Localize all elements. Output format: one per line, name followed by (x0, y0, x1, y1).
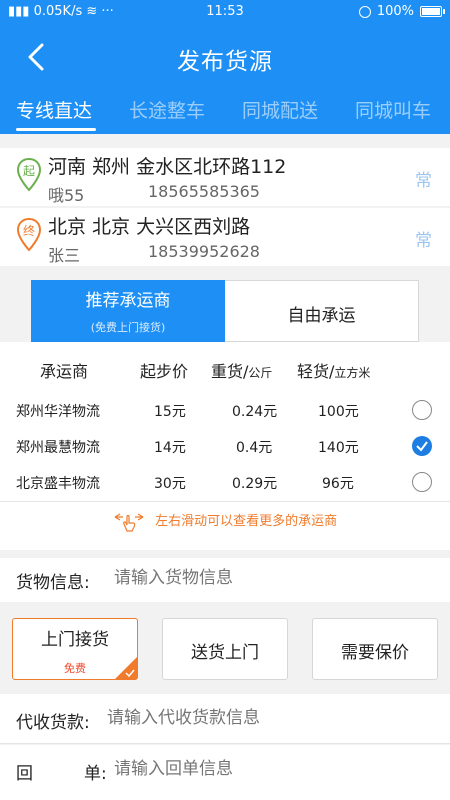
header-heavy-label: 重货/ (211, 362, 249, 381)
check-icon (416, 441, 428, 452)
carrier-name: 郑州华洋物流 (16, 404, 100, 420)
carrier-mode-switch: 推荐承运商 (免费上门接货) 自由承运 (0, 268, 450, 342)
tab-long-haul[interactable]: 长途整车 (129, 96, 205, 123)
receipt-label-a: 回 (16, 764, 33, 784)
header-light: 轻货/立方米 (297, 358, 370, 382)
pickup-service-button[interactable]: 上门接货 免费 (12, 618, 138, 680)
insurance-service-button[interactable]: 需要保价 (312, 618, 438, 680)
cargo-info-label: 货物信息: (16, 573, 90, 593)
cod-row: 代收货款: (0, 694, 450, 744)
carrier-start: 14元 (154, 440, 186, 456)
carrier-radio[interactable] (412, 472, 432, 492)
delivery-service-label: 送货上门 (191, 643, 259, 663)
free-carrier-label: 自由承运 (287, 306, 356, 326)
header-light-label: 轻货/ (297, 362, 335, 381)
battery-label: 100% (376, 4, 414, 19)
cod-label: 代收货款: (16, 713, 90, 733)
origin-place: 河南 郑州 金水区北环路112 (48, 156, 287, 178)
carrier-row[interactable]: 郑州华洋物流 15元 0.24元 100元 (0, 393, 450, 429)
delivery-service-button[interactable]: 送货上门 (162, 618, 288, 680)
carrier-start: 15元 (154, 404, 186, 420)
destination-person: 张三 (48, 246, 81, 265)
carrier-light: 100元 (318, 404, 359, 420)
page-title: 发布货源 (177, 49, 273, 75)
receipt-label-b: 单: (84, 764, 107, 784)
receipt-row: 回 单: (0, 745, 450, 800)
check-icon (125, 669, 135, 677)
destination-place: 北京 北京 大兴区西刘路 (48, 216, 251, 238)
cod-input[interactable] (107, 708, 437, 728)
carrier-row[interactable]: 北京盛丰物流 30元 0.29元 96元 (0, 465, 450, 501)
tab-active-indicator (16, 128, 96, 131)
carrier-heavy: 0.29元 (232, 476, 278, 492)
header-heavy-unit: 公斤 (248, 366, 273, 380)
carrier-row[interactable]: 郑州最慧物流 14元 0.4元 140元 (0, 429, 450, 465)
origin-pin-label: 起 (23, 164, 35, 178)
carrier-heavy: 0.24元 (232, 404, 278, 420)
status-bar: ▮▮▮ 0.05K/s ≋ ··· 11:53 100% (0, 0, 450, 24)
carrier-name: 郑州最慧物流 (16, 440, 100, 456)
recommended-carrier-sub: (免费上门接货) (90, 321, 166, 334)
recommended-carrier-tab[interactable]: 推荐承运商 (免费上门接货) (31, 280, 225, 342)
destination-frequent-button[interactable]: 常 (415, 226, 432, 251)
header-start-price: 起步价 (140, 362, 189, 381)
header-light-unit: 立方米 (334, 366, 371, 380)
swipe-hint-text: 左右滑动可以查看更多的承运商 (155, 514, 338, 529)
destination-pin-icon: 终 (16, 217, 42, 252)
alarm-icon (358, 5, 371, 18)
tab-city-call[interactable]: 同城叫车 (355, 96, 431, 123)
origin-person: 哦55 (48, 186, 85, 205)
receipt-input[interactable] (114, 759, 434, 779)
tab-direct-line[interactable]: 专线直达 (16, 96, 92, 123)
tab-city-delivery[interactable]: 同城配送 (242, 96, 318, 123)
carrier-start: 30元 (154, 476, 186, 492)
cargo-info-row: 货物信息: (0, 558, 450, 602)
recommended-carrier-label: 推荐承运商 (85, 291, 171, 311)
carrier-table: 承运商 起步价 重货/公斤 轻货/立方米 郑州华洋物流 15元 0.24元 10… (0, 342, 450, 550)
carrier-radio[interactable] (412, 400, 432, 420)
divider (0, 501, 450, 502)
origin-address[interactable]: 起 河南 郑州 金水区北环路112 哦55 18565585365 常 (0, 148, 450, 206)
carrier-heavy: 0.4元 (236, 440, 273, 456)
app-header: ▮▮▮ 0.05K/s ≋ ··· 11:53 100% 发布货源 专线直达 长… (0, 0, 450, 134)
tab-bar: 专线直达 长途整车 同城配送 同城叫车 (0, 96, 450, 134)
battery-icon (420, 6, 445, 17)
insurance-service-label: 需要保价 (341, 643, 409, 663)
destination-address[interactable]: 终 北京 北京 大兴区西刘路 张三 18539952628 常 (0, 208, 450, 266)
cargo-info-input[interactable] (114, 568, 434, 588)
free-carrier-tab[interactable]: 自由承运 (225, 280, 419, 342)
carrier-name: 北京盛丰物流 (16, 476, 100, 492)
carrier-light: 96元 (322, 476, 354, 492)
service-options: 上门接货 免费 送货上门 需要保价 (0, 604, 450, 692)
origin-frequent-button[interactable]: 常 (415, 166, 432, 191)
destination-phone: 18539952628 (148, 242, 260, 261)
origin-phone: 18565585365 (148, 182, 260, 201)
header-heavy: 重货/公斤 (211, 358, 272, 382)
swipe-hint: 左右滑动可以查看更多的承运商 (0, 510, 450, 532)
origin-pin-icon: 起 (16, 157, 42, 192)
destination-pin-label: 终 (23, 223, 35, 238)
swipe-hand-icon (114, 512, 144, 532)
pickup-service-label: 上门接货 (41, 630, 109, 650)
carrier-radio-checked[interactable] (412, 436, 432, 456)
header-carrier: 承运商 (40, 362, 89, 381)
carrier-light: 140元 (318, 440, 359, 456)
